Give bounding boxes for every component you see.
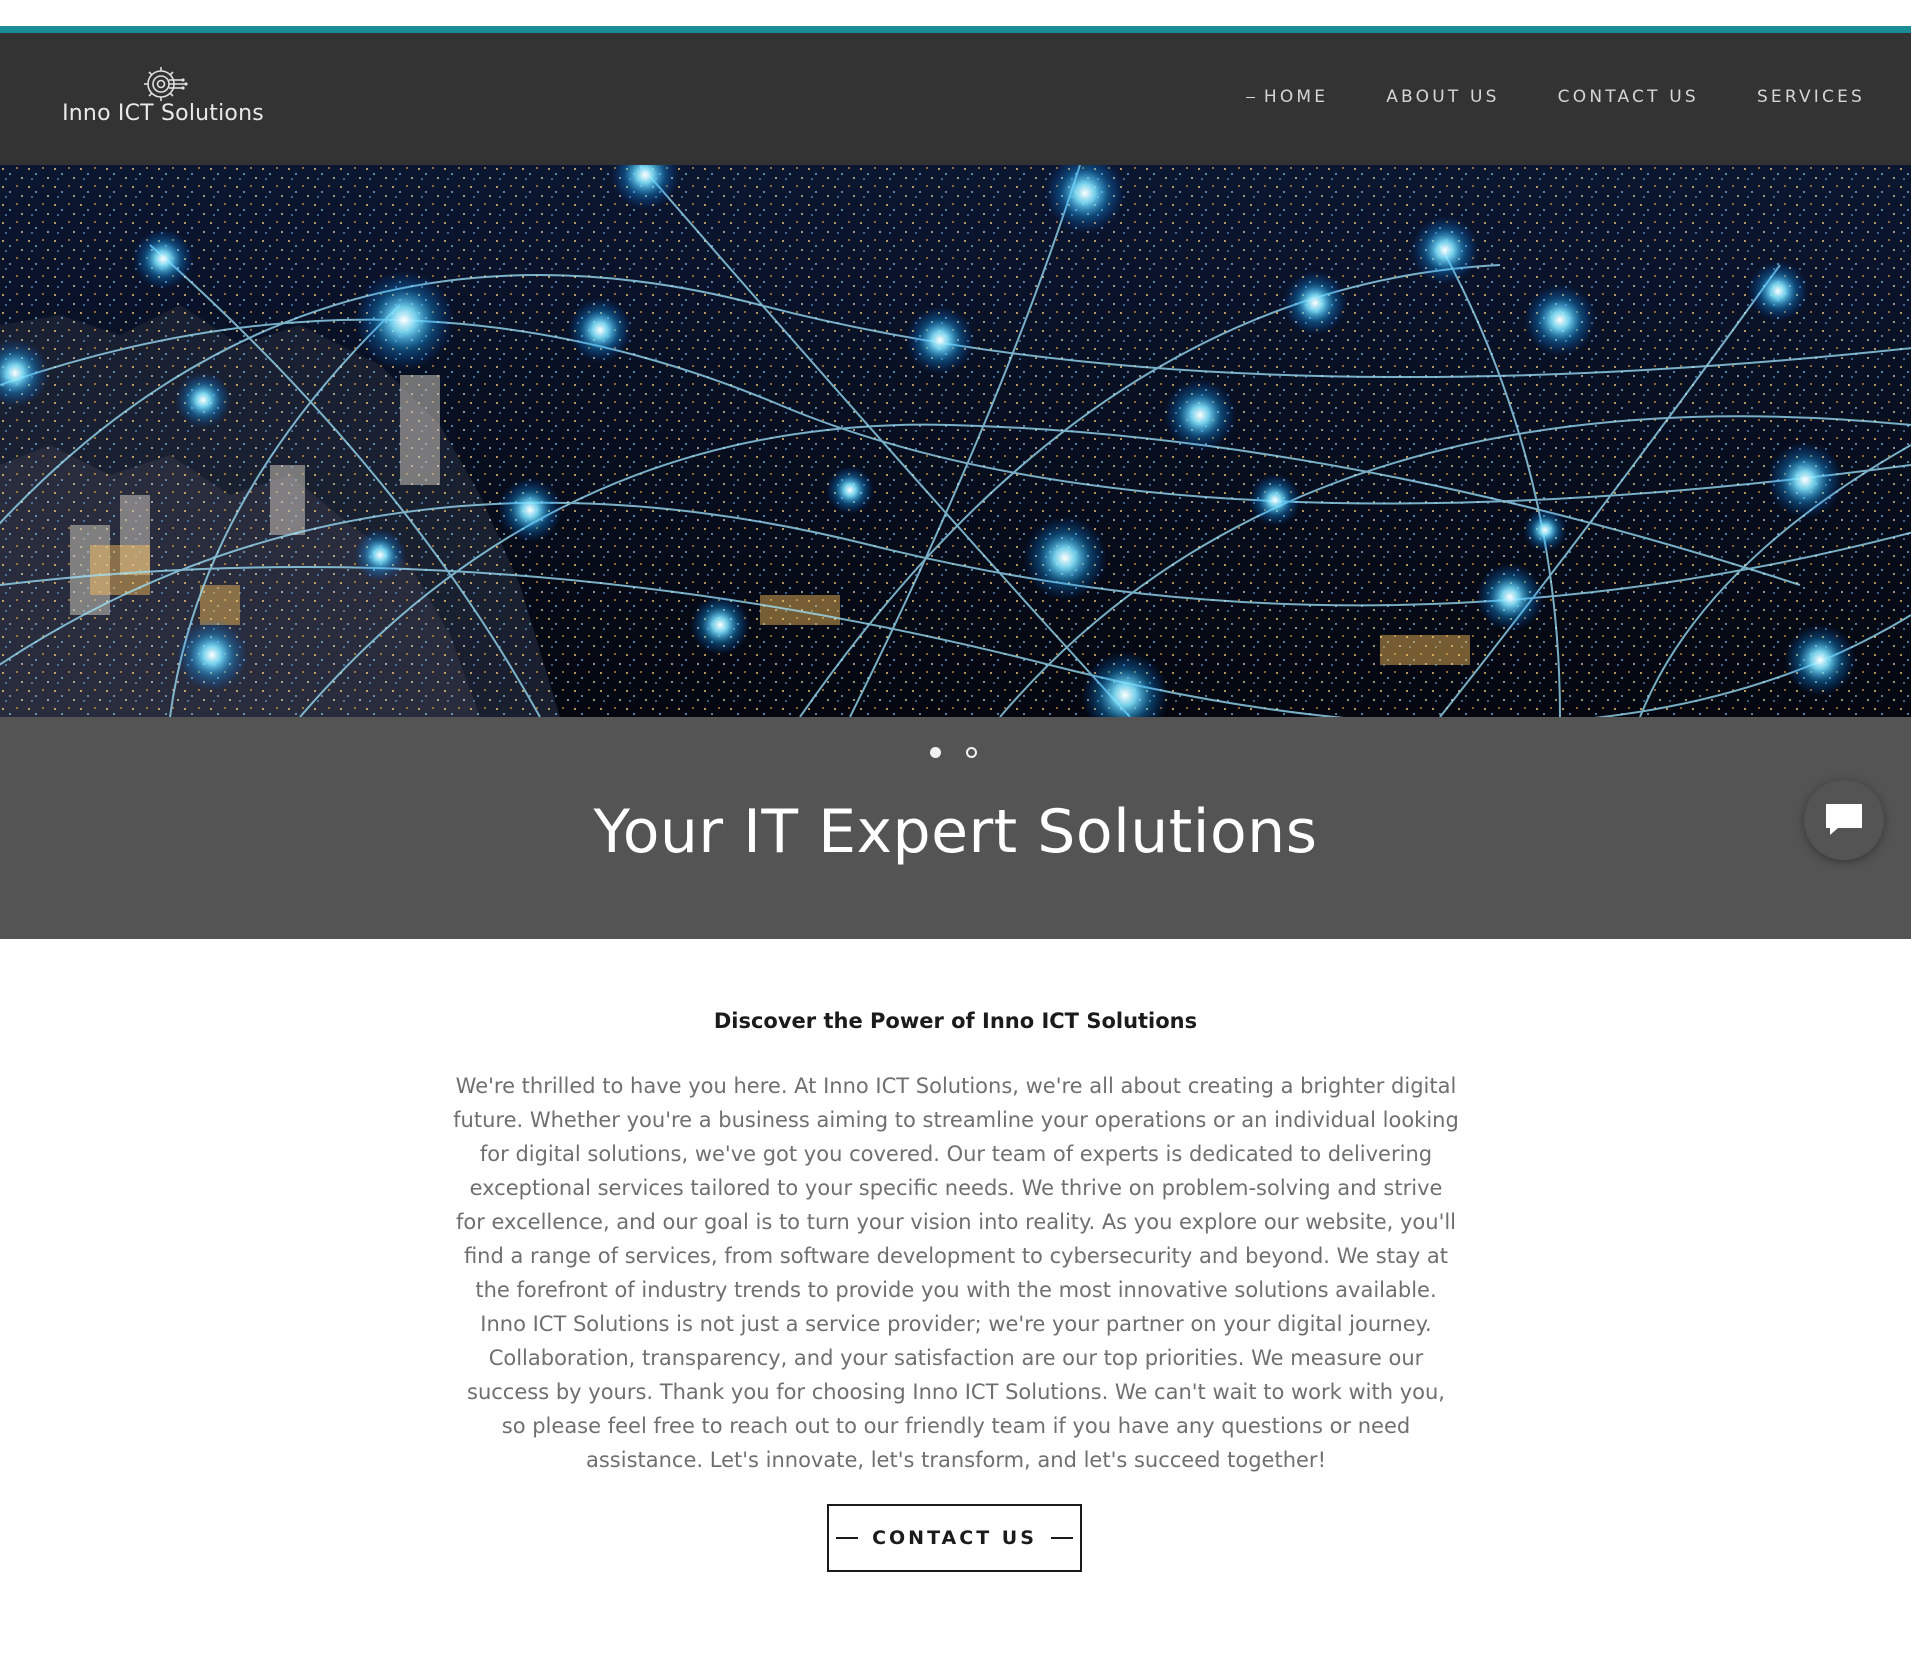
slider-dot-1[interactable] <box>929 747 941 758</box>
intro-section: Discover the Power of Inno ICT Solutions… <box>0 939 1911 1665</box>
main-nav: HOME ABOUT US CONTACT US SERVICES <box>1245 87 1865 107</box>
site-logo[interactable]: Inno ICT Solutions <box>58 63 268 133</box>
nav-item-contact-us[interactable]: CONTACT US <box>1558 87 1699 107</box>
accent-line <box>0 26 1911 33</box>
site-header: Inno ICT Solutions HOME ABOUT US CONTACT… <box>0 33 1911 165</box>
intro-heading: Discover the Power of Inno ICT Solutions <box>713 1009 1198 1033</box>
cta-dash-left <box>836 1537 859 1539</box>
hero-image <box>0 165 1911 717</box>
hero-slider <box>0 165 1911 717</box>
intro-body: We're thrilled to have you here. At Inno… <box>453 1074 1459 1472</box>
hero-caption: Your IT Expert Solutions <box>0 717 1911 939</box>
top-bar <box>0 0 1911 26</box>
chat-button[interactable] <box>1804 780 1884 860</box>
nav-item-services[interactable]: SERVICES <box>1757 87 1865 107</box>
slider-dot-2[interactable] <box>965 747 977 758</box>
cta-dash-right <box>1050 1537 1073 1539</box>
slider-pagination <box>0 747 1911 758</box>
chat-bubble-icon <box>1826 804 1862 835</box>
gear-circuit-icon <box>144 67 188 101</box>
nav-item-home[interactable]: HOME <box>1245 87 1328 107</box>
contact-us-label: CONTACT US <box>872 1527 1037 1549</box>
logo-text: Inno ICT Solutions <box>62 101 264 126</box>
nav-item-about-us[interactable]: ABOUT US <box>1386 87 1499 107</box>
contact-us-button[interactable]: CONTACT US <box>827 1504 1082 1572</box>
hero-title: Your IT Expert Solutions <box>593 797 1318 867</box>
